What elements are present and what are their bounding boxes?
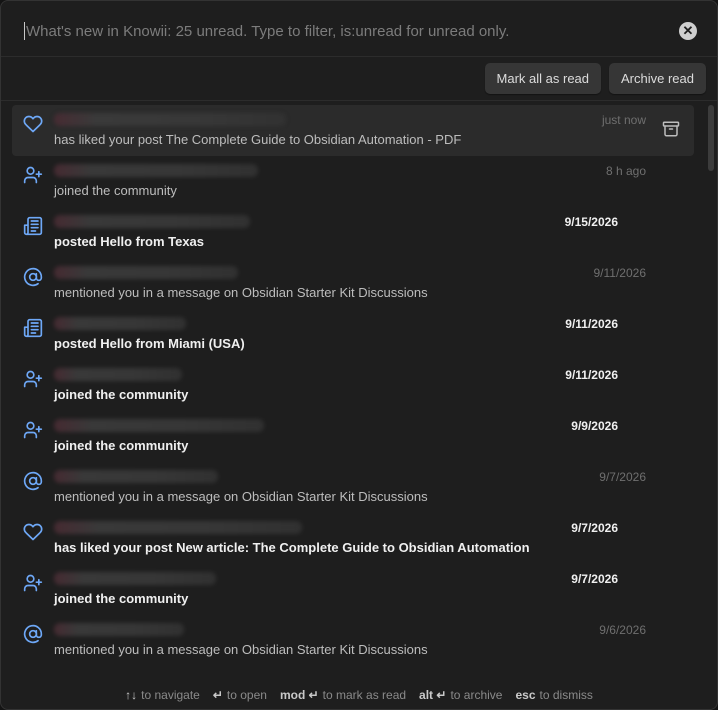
notification-description: posted Hello from Texas xyxy=(54,234,205,249)
notification-item[interactable]: joined the community 8 h ago xyxy=(12,156,694,207)
user-plus-icon xyxy=(23,573,43,593)
notification-item[interactable]: mentioned you in a message on Obsidian S… xyxy=(12,258,694,309)
notification-description: mentioned you in a message on Obsidian S… xyxy=(54,489,428,504)
hint-text: to mark as read xyxy=(322,688,407,702)
divider xyxy=(1,100,717,101)
hint-key: alt ↵ xyxy=(419,688,447,702)
hint-key: ↑↓ xyxy=(125,688,138,702)
at-sign-icon xyxy=(23,471,43,491)
at-sign-icon xyxy=(23,624,43,644)
blurred-user-name xyxy=(54,164,258,177)
notification-time: 9/7/2026 xyxy=(571,521,618,535)
notification-item[interactable]: mentioned you in a message on Obsidian S… xyxy=(12,615,694,666)
notification-list[interactable]: has liked your post The Complete Guide t… xyxy=(1,105,705,675)
clear-search-button[interactable]: ✕ xyxy=(679,22,697,40)
search-input[interactable] xyxy=(25,7,679,55)
notifications-modal: ✕ Mark all as read Archive read has like… xyxy=(0,0,718,710)
notification-time: 9/11/2026 xyxy=(565,368,618,382)
mark-all-read-button[interactable]: Mark all as read xyxy=(484,63,602,94)
notification-time: 9/6/2026 xyxy=(599,623,646,637)
newspaper-icon xyxy=(23,318,43,338)
notification-description: joined the community xyxy=(54,438,189,453)
scrollbar-thumb[interactable] xyxy=(708,105,714,171)
hint-key: esc xyxy=(515,688,536,702)
notification-time: just now xyxy=(601,113,646,127)
notification-time: 9/11/2026 xyxy=(593,266,647,280)
archive-box-icon[interactable] xyxy=(662,120,680,138)
at-sign-icon xyxy=(23,267,43,287)
notification-description: mentioned you in a message on Obsidian S… xyxy=(54,285,428,300)
notification-time: 9/9/2026 xyxy=(571,419,618,433)
close-circle-icon[interactable]: ✕ xyxy=(683,23,694,38)
blurred-user-name xyxy=(54,368,182,381)
notification-description: mentioned you in a message on Obsidian S… xyxy=(54,642,428,657)
archive-read-button[interactable]: Archive read xyxy=(609,63,706,94)
notification-item[interactable]: posted Hello from Texas 9/15/2026 xyxy=(12,207,694,258)
user-plus-icon xyxy=(23,420,43,440)
notification-time: 9/7/2026 xyxy=(599,470,646,484)
blurred-user-name xyxy=(54,623,184,636)
hint-text: to archive xyxy=(450,688,503,702)
notification-item[interactable]: has liked your post The Complete Guide t… xyxy=(12,105,694,156)
user-plus-icon xyxy=(23,369,43,389)
hint-key: mod ↵ xyxy=(279,688,319,702)
heart-icon xyxy=(23,114,43,134)
blurred-user-name xyxy=(54,419,264,432)
hint-key: ↵ xyxy=(212,688,223,702)
keyboard-hint: alt ↵ to archive xyxy=(419,688,502,702)
notification-description: joined the community xyxy=(54,387,189,402)
hint-text: to navigate xyxy=(141,688,200,702)
toolbar: Mark all as read Archive read xyxy=(484,63,706,94)
blurred-user-name xyxy=(54,470,218,483)
notification-item[interactable]: joined the community 9/9/2026 xyxy=(12,411,694,462)
heart-icon xyxy=(23,522,43,542)
notification-item[interactable]: mentioned you in a message on Obsidian S… xyxy=(12,462,694,513)
notification-description: joined the community xyxy=(54,591,189,606)
keyboard-hint: esc to dismiss xyxy=(515,688,592,702)
notification-description: posted Hello from Miami (USA) xyxy=(54,336,245,351)
user-plus-icon xyxy=(23,165,43,185)
keyboard-hints: ↑↓ to navigate ↵ to open mod ↵ to mark as rea… xyxy=(1,681,717,709)
blurred-user-name xyxy=(54,266,238,279)
blurred-user-name xyxy=(54,113,286,126)
notification-item[interactable]: posted Hello from Miami (USA) 9/11/2026 xyxy=(12,309,694,360)
divider xyxy=(1,56,717,57)
notification-time: 8 h ago xyxy=(605,164,646,178)
notification-description: has liked your post The Complete Guide t… xyxy=(54,132,462,147)
notification-time: 9/15/2026 xyxy=(564,215,618,229)
blurred-user-name xyxy=(54,317,186,330)
notification-description: has liked your post New article: The Com… xyxy=(54,540,530,555)
keyboard-hint: ↵ to open xyxy=(213,688,267,702)
notification-time: 9/7/2026 xyxy=(571,572,618,586)
notification-item[interactable]: has liked your post New article: The Com… xyxy=(12,513,694,564)
blurred-user-name xyxy=(54,521,302,534)
notification-item[interactable]: joined the community 9/7/2026 xyxy=(12,564,694,615)
hint-text: to open xyxy=(226,688,267,702)
blurred-user-name xyxy=(54,572,216,585)
keyboard-hint: mod ↵ to mark as read xyxy=(280,688,406,702)
keyboard-hint: ↑↓ to navigate xyxy=(125,688,200,702)
search-bar: ✕ xyxy=(9,7,711,55)
notification-time: 9/11/2026 xyxy=(565,317,618,331)
notification-item[interactable]: joined the community 9/11/2026 xyxy=(12,360,694,411)
newspaper-icon xyxy=(23,216,43,236)
hint-text: to dismiss xyxy=(539,688,593,702)
notification-description: joined the community xyxy=(54,183,177,198)
blurred-user-name xyxy=(54,215,250,228)
